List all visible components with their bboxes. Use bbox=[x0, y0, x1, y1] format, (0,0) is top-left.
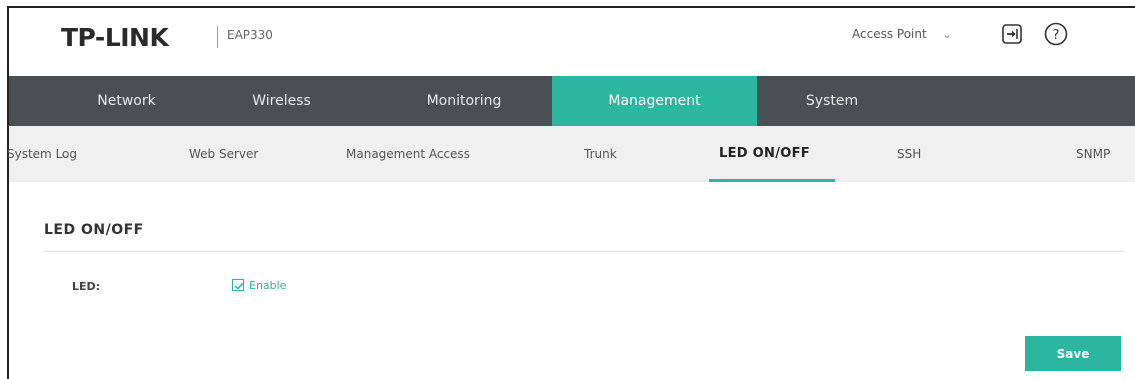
checkmark-icon bbox=[234, 282, 244, 290]
brand-logo: TP-LINK bbox=[61, 23, 169, 52]
chevron-down-icon: ⌄ bbox=[942, 28, 952, 41]
mode-select[interactable]: Access Point ⌄ bbox=[852, 27, 952, 41]
tab-management[interactable]: Management bbox=[552, 76, 757, 126]
section-divider bbox=[44, 251, 1124, 252]
model-name: EAP330 bbox=[227, 28, 273, 42]
subnav-management-access[interactable]: Management Access bbox=[346, 126, 470, 182]
active-subnav-underline bbox=[709, 179, 835, 182]
logout-icon[interactable] bbox=[999, 21, 1025, 47]
subnav-led-on-off[interactable]: LED ON/OFF bbox=[719, 126, 810, 182]
help-icon[interactable]: ? bbox=[1043, 21, 1069, 47]
tab-system[interactable]: System bbox=[777, 76, 887, 126]
tab-monitoring[interactable]: Monitoring bbox=[389, 76, 539, 126]
subnav-trunk[interactable]: Trunk bbox=[584, 126, 617, 182]
sub-nav: System Log Web Server Management Access … bbox=[7, 126, 1135, 182]
tab-wireless[interactable]: Wireless bbox=[219, 76, 344, 126]
main-nav: Network Wireless Monitoring Management S… bbox=[9, 76, 1135, 126]
tab-network[interactable]: Network bbox=[59, 76, 194, 126]
subnav-snmp[interactable]: SNMP bbox=[1076, 126, 1110, 182]
subnav-system-log[interactable]: System Log bbox=[7, 126, 77, 182]
enable-checkbox-label[interactable]: Enable bbox=[249, 279, 286, 292]
led-field-label: LED: bbox=[72, 280, 101, 293]
subnav-web-server[interactable]: Web Server bbox=[189, 126, 258, 182]
subnav-ssh[interactable]: SSH bbox=[897, 126, 921, 182]
header: TP-LINK EAP330 Access Point ⌄ ? bbox=[9, 8, 1135, 76]
mode-select-value: Access Point bbox=[852, 27, 927, 41]
enable-checkbox[interactable] bbox=[232, 279, 244, 291]
save-button[interactable]: Save bbox=[1025, 336, 1121, 371]
section-title: LED ON/OFF bbox=[44, 222, 144, 238]
svg-text:?: ? bbox=[1053, 28, 1060, 43]
app-frame: TP-LINK EAP330 Access Point ⌄ ? Network … bbox=[7, 6, 1135, 379]
logo-divider bbox=[217, 26, 218, 48]
